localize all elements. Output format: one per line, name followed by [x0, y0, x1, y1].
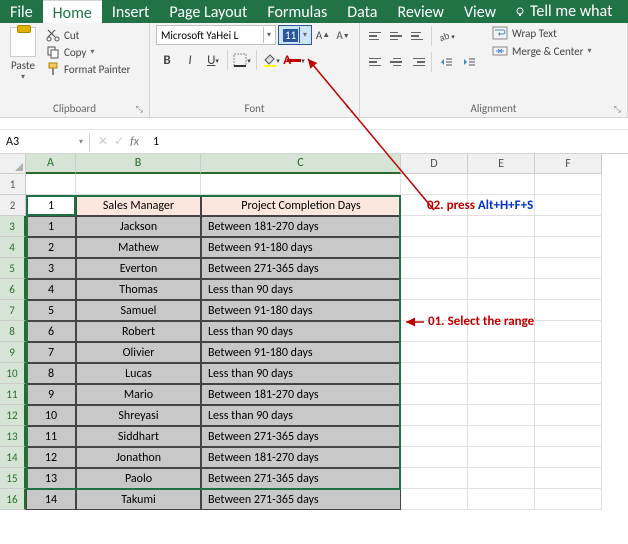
annotation-1: 01. Select the range	[428, 314, 534, 329]
annotation-arrow-2	[0, 0, 628, 544]
annotation-2: 02. press Alt+H+F+S	[427, 198, 533, 213]
